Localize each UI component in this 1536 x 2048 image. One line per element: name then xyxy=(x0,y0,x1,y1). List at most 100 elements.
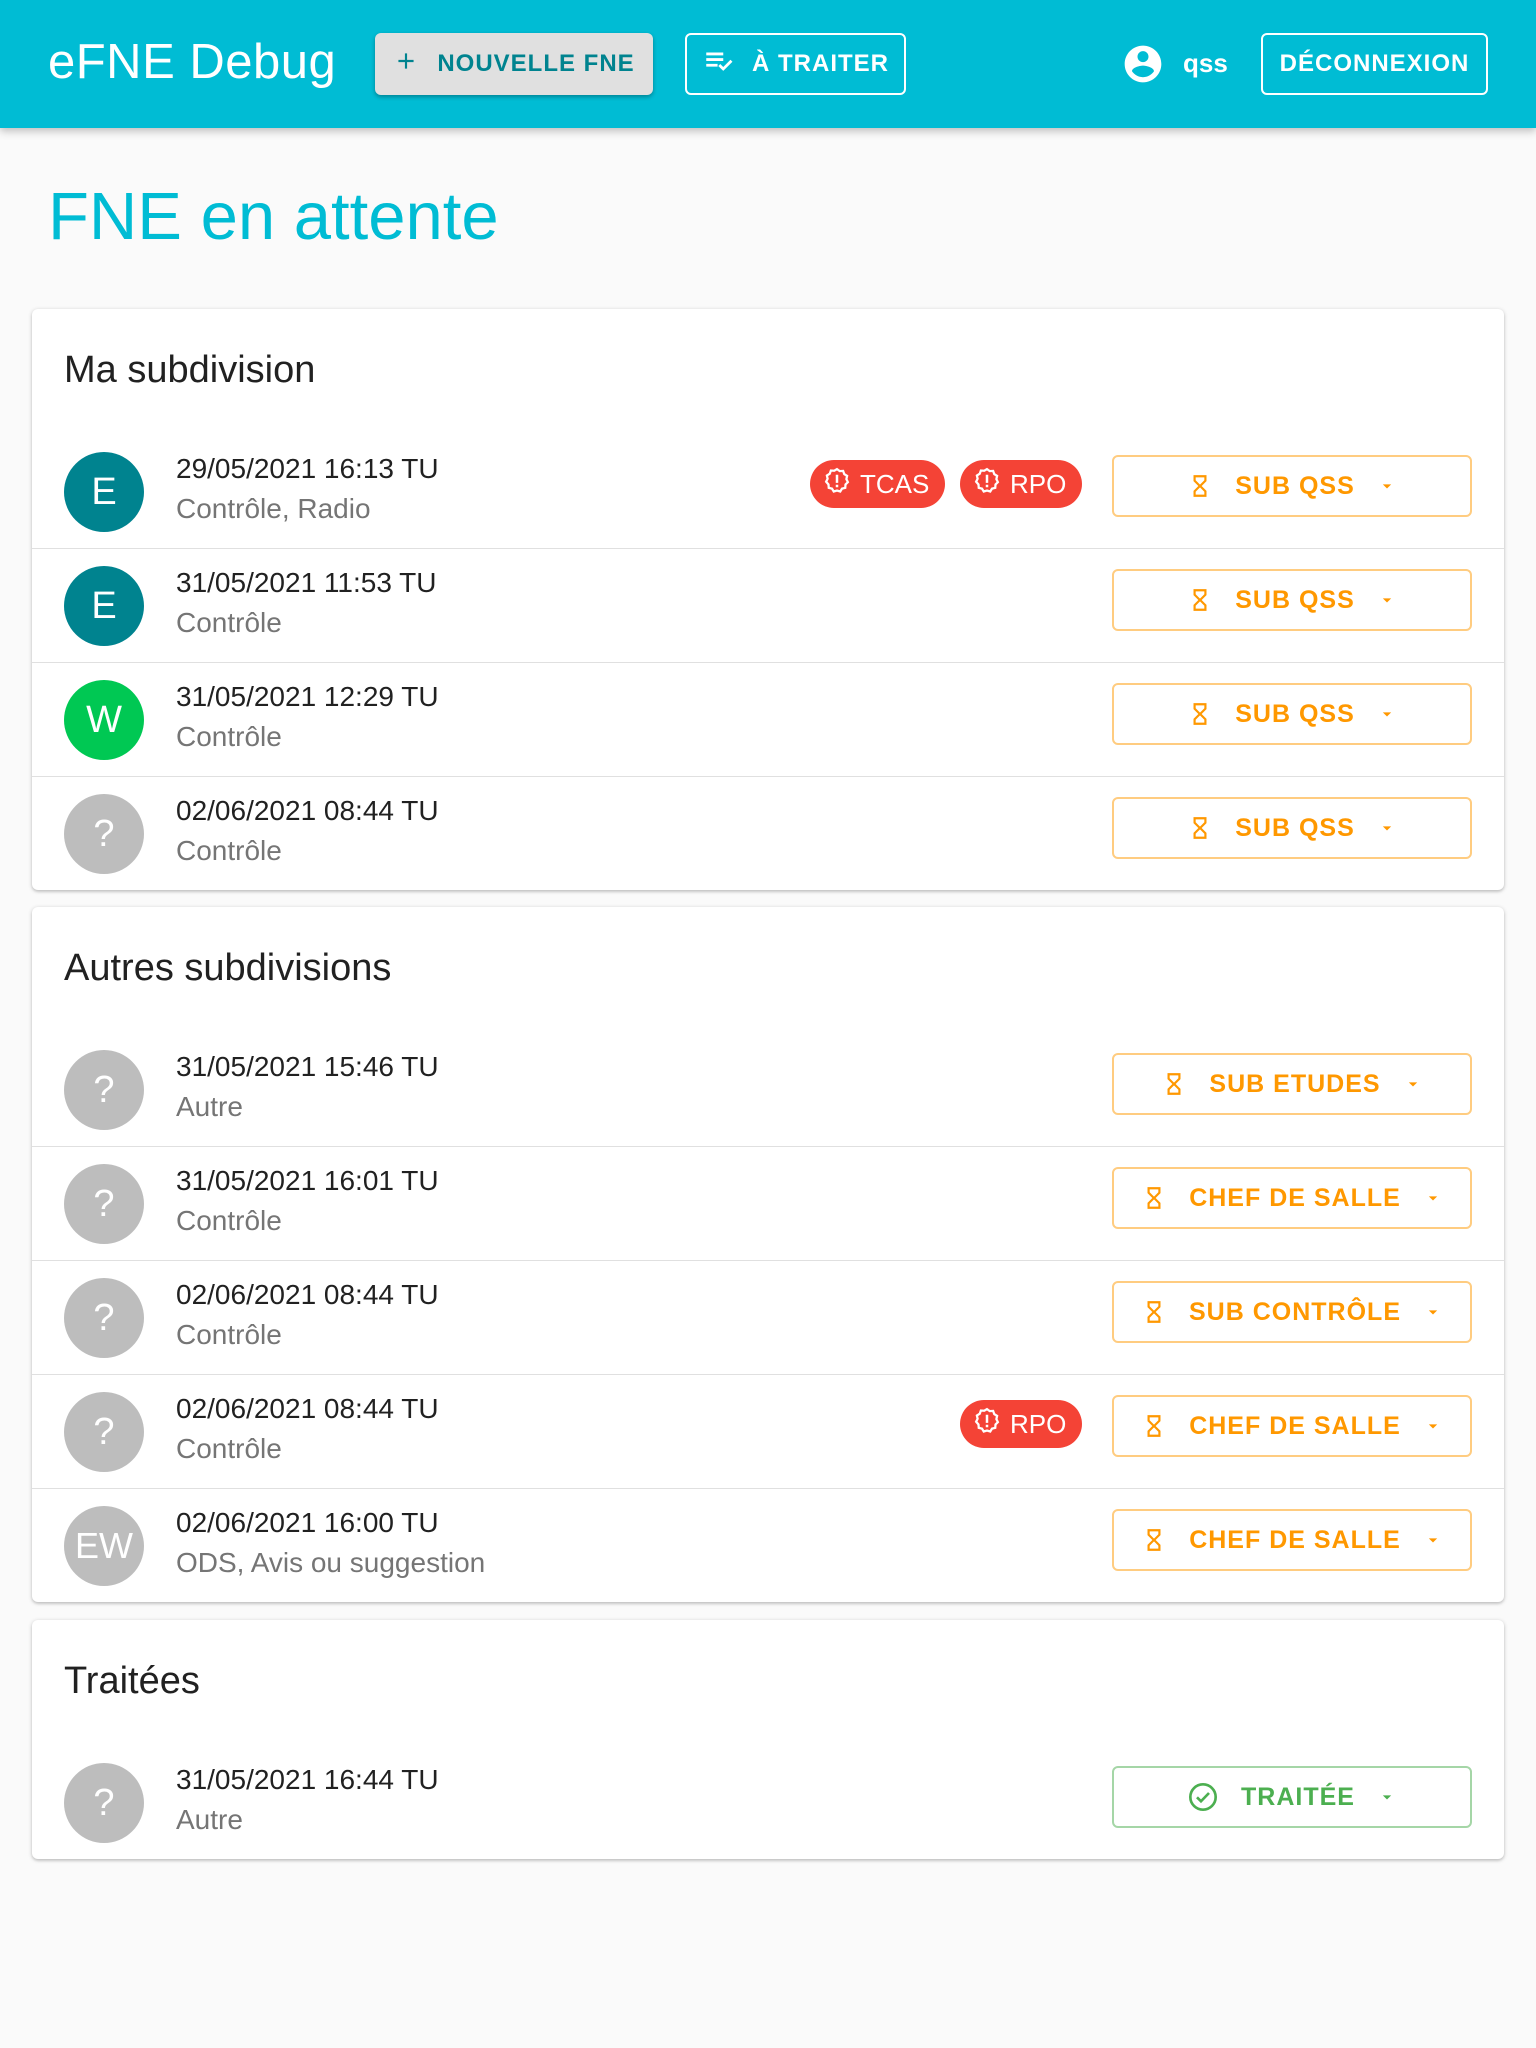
new-fne-label: NOUVELLE FNE xyxy=(437,50,635,77)
alert-chip-rpo[interactable]: RPO xyxy=(960,460,1083,508)
alert-chip-tcas[interactable]: TCAS xyxy=(810,460,946,508)
chip-label: RPO xyxy=(1010,468,1067,499)
fne-row[interactable]: ? 02/06/2021 08:44 TU Contrôle RPO CHEF … xyxy=(32,1375,1504,1489)
status-label: SUB QSS xyxy=(1235,585,1355,614)
fne-category: Contrôle, Radio xyxy=(176,493,371,524)
caret-down-icon xyxy=(1377,704,1397,724)
status-dropdown[interactable]: SUB CONTRÔLE xyxy=(1112,1281,1472,1343)
caret-down-icon xyxy=(1377,476,1397,496)
status-dropdown[interactable]: SUB ETUDES xyxy=(1112,1053,1472,1115)
fne-date: 02/06/2021 16:00 TU xyxy=(176,1507,439,1538)
fne-date: 31/05/2021 15:46 TU xyxy=(176,1051,439,1082)
hourglass-icon xyxy=(1187,699,1213,729)
status-label: SUB QSS xyxy=(1235,813,1355,842)
fne-category: Autre xyxy=(176,1091,243,1122)
caret-down-icon xyxy=(1377,818,1397,838)
fne-date: 02/06/2021 08:44 TU xyxy=(176,1279,439,1310)
fne-row[interactable]: ? 31/05/2021 16:44 TU Autre TRAITÉE xyxy=(32,1746,1504,1860)
fne-row[interactable]: ? 02/06/2021 08:44 TU Contrôle SUB CONTR… xyxy=(32,1261,1504,1375)
status-label: SUB ETUDES xyxy=(1209,1069,1381,1098)
status-label: CHEF DE SALLE xyxy=(1189,1411,1401,1440)
new-fne-button[interactable]: NOUVELLE FNE xyxy=(375,33,653,95)
account-circle-icon[interactable] xyxy=(1121,42,1165,86)
section-title: Traitées xyxy=(64,1660,200,1702)
chip-label: RPO xyxy=(1010,1408,1067,1439)
avatar: E xyxy=(64,452,144,532)
section-processed: Traitées ? 31/05/2021 16:44 TU Autre TRA… xyxy=(32,1620,1504,1859)
app-bar: eFNE Debug NOUVELLE FNE À TRAITER qss DÉ… xyxy=(0,0,1536,128)
fne-date: 29/05/2021 16:13 TU xyxy=(176,453,439,484)
status-dropdown[interactable]: SUB QSS xyxy=(1112,569,1472,631)
caret-down-icon xyxy=(1423,1188,1443,1208)
fne-category: Contrôle xyxy=(176,607,282,638)
section-title: Autres subdivisions xyxy=(64,947,392,989)
fne-category: Contrôle xyxy=(176,835,282,866)
fne-category: Autre xyxy=(176,1804,243,1835)
caret-down-icon xyxy=(1423,1416,1443,1436)
alert-chip-rpo[interactable]: RPO xyxy=(960,1400,1083,1448)
avatar: ? xyxy=(64,1392,144,1472)
fne-date: 31/05/2021 11:53 TU xyxy=(176,567,437,598)
alert-badge-icon xyxy=(822,466,852,503)
fne-row[interactable]: E 31/05/2021 11:53 TU Contrôle SUB QSS xyxy=(32,549,1504,663)
section-my-subdivision: Ma subdivision E 29/05/2021 16:13 TU Con… xyxy=(32,309,1504,890)
status-label: SUB CONTRÔLE xyxy=(1189,1297,1401,1326)
fne-row[interactable]: ? 31/05/2021 15:46 TU Autre SUB ETUDES xyxy=(32,1033,1504,1147)
status-dropdown[interactable]: SUB QSS xyxy=(1112,683,1472,745)
fne-row[interactable]: EW 02/06/2021 16:00 TU ODS, Avis ou sugg… xyxy=(32,1489,1504,1603)
status-label: SUB QSS xyxy=(1235,471,1355,500)
fne-category: ODS, Avis ou suggestion xyxy=(176,1547,486,1578)
avatar: ? xyxy=(64,794,144,874)
caret-down-icon xyxy=(1377,590,1397,610)
check-circle-icon xyxy=(1187,1781,1219,1813)
hourglass-icon xyxy=(1141,1297,1167,1327)
hourglass-icon xyxy=(1187,585,1213,615)
user-name: qss xyxy=(1183,48,1228,78)
page-title: FNE en attente xyxy=(48,179,499,254)
status-label: SUB QSS xyxy=(1235,699,1355,728)
section-title: Ma subdivision xyxy=(64,349,316,391)
status-label: CHEF DE SALLE xyxy=(1189,1525,1401,1554)
hourglass-icon xyxy=(1187,471,1213,501)
hourglass-icon xyxy=(1187,813,1213,843)
avatar: W xyxy=(64,680,144,760)
status-label: TRAITÉE xyxy=(1241,1782,1355,1811)
plus-icon xyxy=(393,48,419,81)
status-dropdown[interactable]: SUB QSS xyxy=(1112,797,1472,859)
fne-row[interactable]: W 31/05/2021 12:29 TU Contrôle SUB QSS xyxy=(32,663,1504,777)
app-title[interactable]: eFNE Debug xyxy=(48,34,336,90)
alert-badge-icon xyxy=(972,1406,1002,1443)
todo-label: À TRAITER xyxy=(752,50,889,77)
caret-down-icon xyxy=(1423,1530,1443,1550)
fne-category: Contrôle xyxy=(176,721,282,752)
status-dropdown[interactable]: CHEF DE SALLE xyxy=(1112,1509,1472,1571)
section-other-subdivisions: Autres subdivisions ? 31/05/2021 15:46 T… xyxy=(32,907,1504,1602)
status-dropdown[interactable]: SUB QSS xyxy=(1112,455,1472,517)
status-dropdown[interactable]: CHEF DE SALLE xyxy=(1112,1395,1472,1457)
fne-date: 31/05/2021 16:01 TU xyxy=(176,1165,439,1196)
alert-badge-icon xyxy=(972,466,1002,503)
avatar: ? xyxy=(64,1050,144,1130)
playlist-check-icon xyxy=(702,44,736,85)
logout-button[interactable]: DÉCONNEXION xyxy=(1261,33,1488,95)
status-dropdown[interactable]: TRAITÉE xyxy=(1112,1766,1472,1828)
hourglass-icon xyxy=(1141,1411,1167,1441)
caret-down-icon xyxy=(1423,1302,1443,1322)
status-dropdown[interactable]: CHEF DE SALLE xyxy=(1112,1167,1472,1229)
status-label: CHEF DE SALLE xyxy=(1189,1183,1401,1212)
fne-row[interactable]: ? 02/06/2021 08:44 TU Contrôle SUB QSS xyxy=(32,777,1504,891)
fne-row[interactable]: ? 31/05/2021 16:01 TU Contrôle CHEF DE S… xyxy=(32,1147,1504,1261)
avatar: E xyxy=(64,566,144,646)
fne-row[interactable]: E 29/05/2021 16:13 TU Contrôle, Radio TC… xyxy=(32,435,1504,549)
avatar: ? xyxy=(64,1278,144,1358)
fne-date: 31/05/2021 16:44 TU xyxy=(176,1764,439,1795)
caret-down-icon xyxy=(1377,1787,1397,1807)
fne-date: 02/06/2021 08:44 TU xyxy=(176,795,439,826)
fne-category: Contrôle xyxy=(176,1433,282,1464)
avatar: EW xyxy=(64,1506,144,1586)
todo-button[interactable]: À TRAITER xyxy=(685,33,906,95)
avatar: ? xyxy=(64,1164,144,1244)
avatar: ? xyxy=(64,1763,144,1843)
fne-date: 02/06/2021 08:44 TU xyxy=(176,1393,439,1424)
caret-down-icon xyxy=(1403,1074,1423,1094)
